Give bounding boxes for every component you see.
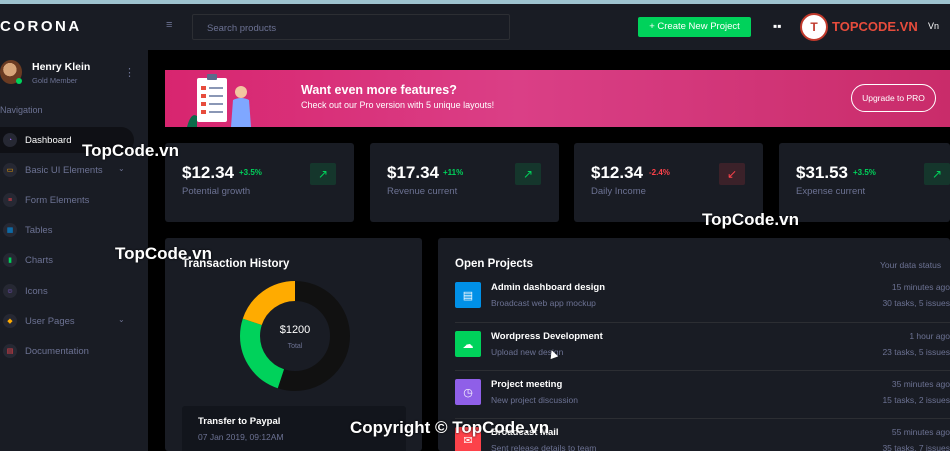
sidebar-item-label: Icons <box>25 286 48 297</box>
stat-delta: +3.5% <box>239 168 262 177</box>
project-tasks: 23 tasks, 5 issues <box>882 347 950 357</box>
project-tasks: 30 tasks, 5 issues <box>882 298 950 308</box>
project-title: Project meeting <box>491 379 563 390</box>
project-row[interactable]: ◷ Project meeting New project discussion… <box>455 370 950 418</box>
contacts-icon: ☺ <box>3 284 17 298</box>
topbar-user-name[interactable]: Vn <box>928 21 939 31</box>
sidebar-item-label: Basic UI Elements <box>25 165 103 176</box>
project-subtitle: Broadcast web app mockup <box>491 298 596 308</box>
project-title: Wordpress Development <box>491 331 603 342</box>
cloud-download-icon: ☁ <box>455 331 481 357</box>
sidebar-item-form-elements[interactable]: ≡ Form Elements <box>0 187 134 213</box>
brand-logo[interactable]: CORONA <box>0 18 82 35</box>
promo-banner: Want even more features? Check out our P… <box>165 70 950 127</box>
stat-card-potential-growth: $12.34 +3.5% Potential growth ↗ <box>165 143 354 222</box>
project-time: 1 hour ago <box>909 331 950 341</box>
stat-delta: +3.5% <box>853 168 876 177</box>
stat-label: Potential growth <box>182 186 251 197</box>
stat-label: Daily Income <box>591 186 646 197</box>
upgrade-pro-button[interactable]: Upgrade to PRO <box>851 84 936 112</box>
search-placeholder: Search products <box>207 23 277 34</box>
playlist-icon: ≡ <box>3 193 17 207</box>
laptop-icon: ▭ <box>3 163 17 177</box>
sidebar-item-user-pages[interactable]: ◆ User Pages ⌄ <box>0 308 134 334</box>
arrow-up-right-icon: ↗ <box>310 163 336 185</box>
transaction-title: Transfer to Paypal <box>198 416 281 427</box>
kebab-menu-icon[interactable]: ⋮ <box>124 66 135 79</box>
arrow-up-right-icon: ↗ <box>924 163 950 185</box>
online-status-dot <box>16 78 22 84</box>
file-icon: ▤ <box>455 282 481 308</box>
profile-role: Gold Member <box>32 76 78 85</box>
project-row[interactable]: ▤ Admin dashboard design Broadcast web a… <box>455 274 950 322</box>
chart-bar-icon: ▮ <box>3 253 17 267</box>
sidebar-item-documentation[interactable]: ▤ Documentation <box>0 338 134 364</box>
stat-value: $12.34 <box>182 163 234 182</box>
stat-value: $31.53 <box>796 163 848 182</box>
project-time: 15 minutes ago <box>891 282 950 292</box>
search-input[interactable]: Search products <box>192 14 510 40</box>
watermark-text: TopCode.vn <box>702 210 799 229</box>
security-icon: ◆ <box>3 314 17 328</box>
stat-delta: +11% <box>443 168 464 177</box>
sidebar-item-label: Tables <box>25 225 53 236</box>
project-row[interactable]: ☁ Wordpress Development Upload new desig… <box>455 322 950 370</box>
project-title: Admin dashboard design <box>491 282 606 293</box>
project-subtitle: Sent release details to team <box>491 443 597 451</box>
checklist-illustration <box>187 74 251 127</box>
sidebar-item-label: Charts <box>25 255 53 266</box>
sidebar-item-label: Documentation <box>25 346 89 357</box>
donut-center-label: Total <box>287 343 303 350</box>
watermark-copyright: Copyright © TopCode.vn <box>350 418 550 437</box>
clock-icon: ◷ <box>455 379 481 405</box>
topcode-logo-badge: T <box>800 13 828 41</box>
profile-block[interactable]: Henry Klein Gold Member ⋮ <box>0 58 148 92</box>
sidebar-item-tables[interactable]: ▦ Tables <box>0 217 134 243</box>
chevron-down-icon: ⌄ <box>118 315 125 324</box>
apps-grid-icon[interactable]: ▪▪ <box>773 19 782 33</box>
speedometer-icon: ◔ <box>3 133 17 147</box>
stat-label: Revenue current <box>387 186 458 197</box>
nav-section-title: Navigation <box>0 105 43 115</box>
sidebar-item-label: Form Elements <box>25 195 90 206</box>
arrow-down-left-icon: ↙ <box>719 163 745 185</box>
data-status-label: Your data status <box>880 260 942 270</box>
stat-card-revenue-current: $17.34 +11% Revenue current ↗ <box>370 143 559 222</box>
project-tasks: 35 tasks, 7 issues <box>882 443 950 451</box>
sidebar: CORONA Henry Klein Gold Member ⋮ Navigat… <box>0 4 148 451</box>
stat-delta: -2.4% <box>649 168 670 177</box>
project-time: 55 minutes ago <box>891 427 950 437</box>
project-tasks: 15 tasks, 2 issues <box>882 395 950 405</box>
donut-center-value: $1200 <box>279 324 311 336</box>
project-time: 35 minutes ago <box>891 379 950 389</box>
stat-label: Expense current <box>796 186 866 197</box>
chevron-down-icon: ⌄ <box>118 164 125 173</box>
project-subtitle: New project discussion <box>491 395 578 405</box>
sidebar-item-label: Dashboard <box>25 135 72 146</box>
topbar: ≡ Search products + Create New Project ▪… <box>148 4 950 50</box>
stat-value: $12.34 <box>591 163 643 182</box>
hamburger-menu-icon[interactable]: ≡ <box>166 19 172 31</box>
banner-title: Want even more features? <box>301 83 457 97</box>
file-document-icon: ▤ <box>3 344 17 358</box>
sidebar-item-charts[interactable]: ▮ Charts <box>0 247 134 273</box>
watermark-text: TopCode.vn <box>82 141 179 160</box>
watermark-text: TopCode.vn <box>115 244 212 263</box>
create-project-button[interactable]: + Create New Project <box>638 17 751 37</box>
sidebar-item-label: User Pages <box>25 316 75 327</box>
topcode-logo-text: TOPCODE.VN <box>832 19 918 34</box>
transaction-date: 07 Jan 2019, 09:12AM <box>198 432 284 442</box>
open-projects-title: Open Projects <box>455 258 533 270</box>
banner-subtitle: Check out our Pro version with 5 unique … <box>301 100 495 110</box>
sidebar-item-icons[interactable]: ☺ Icons <box>0 278 134 304</box>
table-icon: ▦ <box>3 223 17 237</box>
profile-name: Henry Klein <box>32 61 91 73</box>
arrow-up-right-icon: ↗ <box>515 163 541 185</box>
stat-value: $17.34 <box>387 163 439 182</box>
stat-card-expense-current: $31.53 +3.5% Expense current ↗ <box>779 143 950 222</box>
